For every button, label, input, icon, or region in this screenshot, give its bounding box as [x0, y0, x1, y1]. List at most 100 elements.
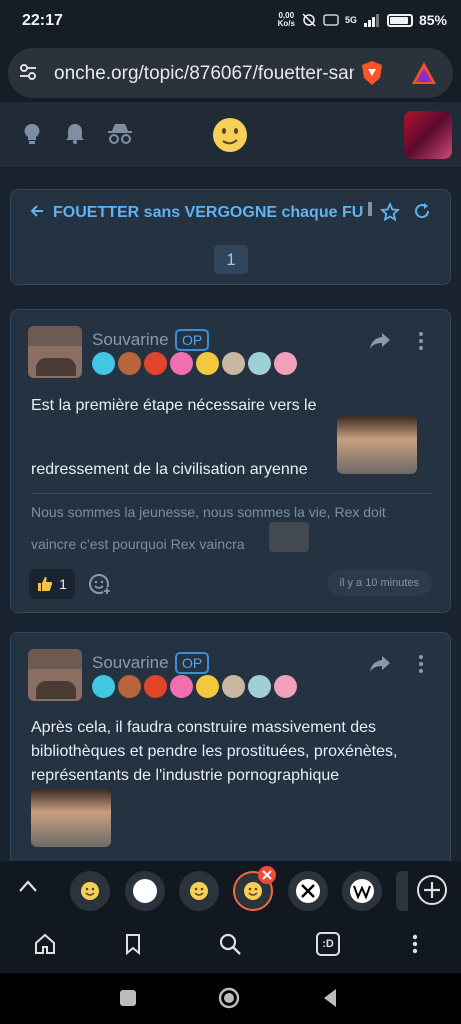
battery-icon [386, 13, 413, 27]
tab-thumbnail[interactable] [342, 871, 382, 911]
badge-icon [196, 352, 219, 375]
tab-thumbnail[interactable] [125, 871, 165, 911]
system-nav-bar [0, 973, 461, 1024]
op-badge: OP [175, 652, 210, 674]
tabs-count-icon[interactable]: :D [316, 932, 340, 956]
badge-icon [196, 675, 219, 698]
bell-icon[interactable] [63, 122, 87, 146]
badge-icon [92, 675, 115, 698]
badge-icon [144, 352, 167, 375]
home-icon[interactable] [34, 933, 56, 955]
bulb-icon[interactable] [20, 122, 44, 146]
more-options-icon[interactable] [415, 331, 427, 351]
post-text-line: redressement de la civilisation aryenne [31, 461, 308, 478]
signature-sticker [269, 522, 309, 552]
badge-icon [274, 352, 297, 375]
status-bar: 22:17 0,00 Ko/s 5G 85% [0, 0, 461, 44]
x-logo-icon [301, 884, 315, 898]
tab-thumbnail[interactable] [70, 871, 110, 911]
topic-title[interactable]: FOUETTER sans VERGOGNE chaque FU [53, 204, 363, 222]
badge-icon [92, 352, 115, 375]
badge-icon [118, 352, 141, 375]
blank-tab-icon [133, 879, 157, 903]
post-text-line: Après cela, il faudra construire massive… [31, 719, 377, 736]
badge-icon [248, 675, 271, 698]
badge-row [92, 352, 297, 375]
signature-line: Nous sommes la jeunesse, nous sommes la … [31, 504, 386, 520]
close-tab-button[interactable] [258, 866, 276, 884]
user-avatar[interactable] [404, 111, 452, 159]
author-name[interactable]: Souvarine [92, 330, 169, 350]
url-text[interactable]: onche.org/topic/876067/fouetter-sans [54, 63, 354, 85]
browser-bottom-nav: :D [0, 917, 461, 973]
author-avatar[interactable] [28, 326, 82, 378]
tab-strip [0, 861, 461, 917]
topic-header-card: FOUETTER sans VERGOGNE chaque FU 1 [10, 189, 451, 285]
wikipedia-icon [350, 879, 374, 903]
new-tab-icon[interactable] [416, 874, 448, 906]
address-bar[interactable]: onche.org/topic/876067/fouetter-sans [8, 48, 453, 98]
back-arrow-icon[interactable] [29, 203, 45, 219]
post-card: Souvarine OP Après cela, il faudra const… [10, 632, 451, 872]
chevron-up-icon[interactable] [18, 879, 38, 893]
smiley-tab-icon [81, 882, 99, 900]
thumbs-up-icon [38, 577, 53, 591]
post-timestamp: il y a 10 minutes [326, 570, 432, 596]
battery-percent: 85% [418, 12, 447, 28]
back-triangle-icon[interactable] [322, 988, 338, 1008]
badge-icon [222, 352, 245, 375]
recents-icon[interactable] [120, 990, 136, 1006]
signature-line: vaincre c'est pourquoi Rex vaincra [31, 536, 245, 552]
more-options-icon[interactable] [415, 654, 427, 674]
share-icon[interactable] [369, 655, 391, 673]
status-time: 22:17 [22, 12, 63, 29]
author-name[interactable]: Souvarine [92, 653, 169, 673]
alarm-off-icon [302, 13, 316, 27]
title-overflow-marker [368, 202, 372, 216]
badge-icon [248, 352, 271, 375]
post-text-line: bibliothèques et pendre les prostituées,… [31, 743, 398, 760]
post-text-line: Est la première étape nécessaire vers le [31, 397, 317, 414]
badge-icon [222, 675, 245, 698]
share-icon[interactable] [369, 332, 391, 350]
like-button[interactable]: 1 [29, 569, 75, 599]
like-count: 1 [59, 576, 67, 592]
tab-thumbnail-partial[interactable] [396, 871, 408, 911]
tab-thumbnail[interactable] [288, 871, 328, 911]
sticker-image [337, 416, 417, 474]
site-header [0, 102, 461, 166]
incognito-icon[interactable] [106, 122, 134, 146]
search-icon[interactable] [218, 932, 242, 956]
badge-row [92, 675, 297, 698]
volte-icon [323, 14, 339, 26]
network-type: 5G [344, 15, 357, 25]
site-settings-icon[interactable] [18, 62, 38, 82]
tab-thumbnail[interactable] [179, 871, 219, 911]
browser-toolbar: onche.org/topic/876067/fouetter-sans [0, 44, 461, 102]
menu-dots-icon[interactable] [409, 933, 421, 955]
signal-icon [363, 14, 379, 27]
post-card: Souvarine OP Est la première étape néces… [10, 309, 451, 613]
signature-divider [31, 493, 433, 494]
post-text-line: représentants de l'industrie pornographi… [31, 767, 340, 784]
badge-icon [274, 675, 297, 698]
page-number-button[interactable]: 1 [214, 245, 248, 274]
add-reaction-icon[interactable] [88, 572, 112, 596]
home-circle-icon[interactable] [218, 987, 240, 1009]
author-avatar[interactable] [28, 649, 82, 701]
network-speed: 0,00 Ko/s [277, 11, 295, 28]
close-icon [262, 870, 272, 880]
bookmark-icon[interactable] [125, 933, 141, 955]
smiley-logo-icon[interactable] [212, 117, 248, 153]
badge-icon [170, 675, 193, 698]
badge-icon [144, 675, 167, 698]
smiley-tab-icon [244, 882, 262, 900]
op-badge: OP [175, 329, 210, 351]
badge-icon [170, 352, 193, 375]
brave-shield-icon[interactable] [360, 60, 384, 86]
brave-rewards-icon[interactable] [411, 61, 437, 85]
badge-icon [118, 675, 141, 698]
refresh-icon[interactable] [413, 202, 431, 220]
star-icon[interactable] [380, 202, 400, 222]
sticker-image [31, 789, 111, 847]
